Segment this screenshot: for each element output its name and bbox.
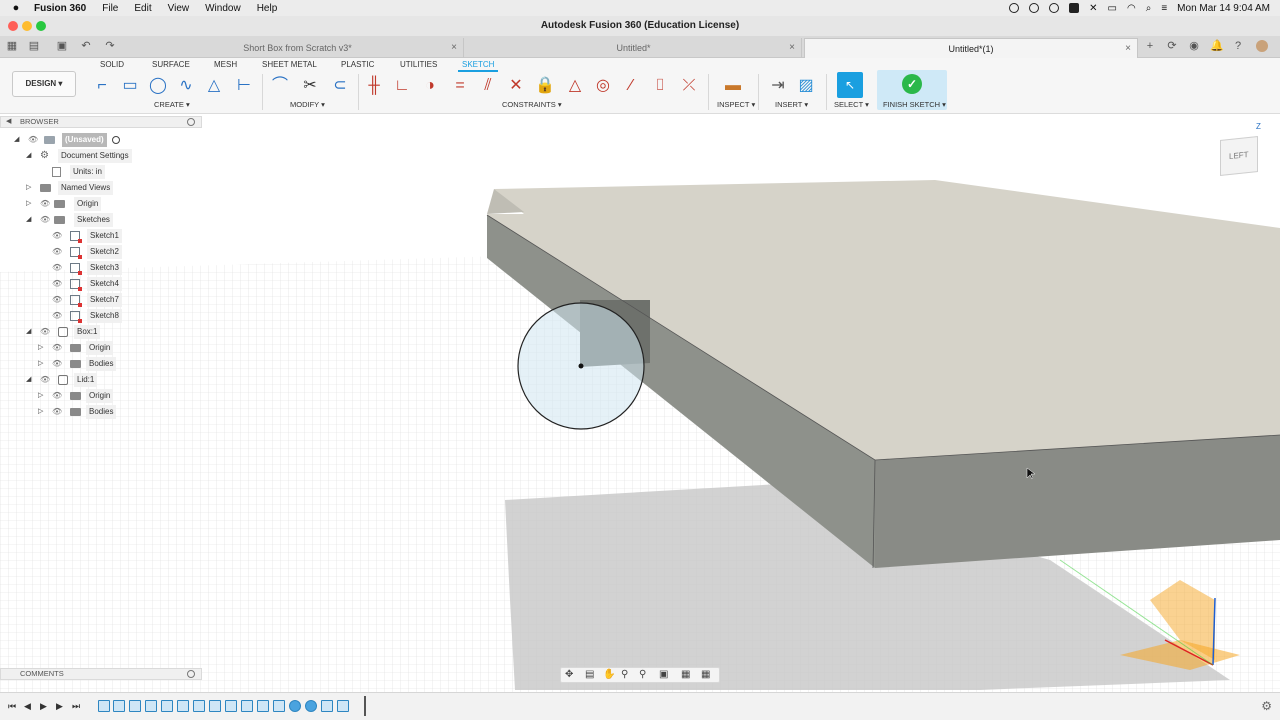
timeline-feature-extrude[interactable] <box>273 700 285 712</box>
zoom-icon[interactable]: ⚲ <box>621 669 628 680</box>
component-icon <box>58 327 68 337</box>
units-icon <box>52 167 61 177</box>
orbit-icon[interactable]: ✥ <box>565 669 573 680</box>
visibility-eye-icon[interactable]: 👁 <box>52 277 62 291</box>
sketch-icon <box>70 263 82 275</box>
sketch-icon <box>70 311 82 323</box>
sketch-icon <box>70 231 82 243</box>
visibility-eye-icon[interactable]: 👁 <box>52 405 62 419</box>
timeline-feature-extrude[interactable] <box>145 700 157 712</box>
viewport-canvas[interactable] <box>0 0 1280 720</box>
sketch-icon <box>70 279 82 291</box>
timeline-feature-sketch[interactable] <box>257 700 269 712</box>
expand-icon[interactable]: ▷ <box>26 197 31 211</box>
folder-icon <box>70 392 81 400</box>
fit-icon[interactable]: ⚲ <box>639 669 646 680</box>
visibility-eye-icon[interactable]: 👁 <box>40 373 50 387</box>
timeline-feature-sketch[interactable] <box>321 700 333 712</box>
folder-icon <box>54 200 65 208</box>
visibility-eye-icon[interactable]: 👁 <box>52 245 62 259</box>
gear-icon: ⚙ <box>40 150 49 161</box>
timeline-start-icon[interactable]: ⏮ <box>8 701 16 712</box>
expand-icon[interactable]: ▷ <box>38 341 43 355</box>
timeline-settings-gear-icon[interactable]: ⚙ <box>1261 699 1272 713</box>
timeline-feature-sketch[interactable] <box>193 700 205 712</box>
expand-icon[interactable]: ▷ <box>38 389 43 403</box>
visibility-eye-icon[interactable]: 👁 <box>52 357 62 371</box>
component-icon <box>58 375 68 385</box>
folder-icon <box>70 344 81 352</box>
timeline-play-icon[interactable]: ▶ <box>40 701 47 712</box>
visibility-eye-icon[interactable]: 👁 <box>52 341 62 355</box>
visibility-eye-icon[interactable]: 👁 <box>52 229 62 243</box>
view-cube-z-label: Z <box>1256 122 1261 131</box>
timeline-feature-sketch[interactable] <box>225 700 237 712</box>
folder-icon <box>40 184 51 192</box>
browser-root-label: (Unsaved) <box>62 133 107 147</box>
folder-icon <box>70 360 81 368</box>
timeline-feature-extrude[interactable] <box>177 700 189 712</box>
view-cube-face-label: LEFT <box>1229 149 1249 162</box>
sketch-icon <box>70 247 82 259</box>
document-icon <box>44 136 55 144</box>
expand-icon[interactable]: ▷ <box>38 357 43 371</box>
timeline-feature-sketch[interactable] <box>161 700 173 712</box>
navigation-toolbar: ✥ ▤ ✋ ⚲ ⚲ ▣ ▦ ▦ <box>560 667 720 683</box>
timeline-bar: ⏮ ◀ ▶ ▶ ⏭ ⚙ <box>0 692 1280 720</box>
visibility-eye-icon[interactable]: 👁 <box>28 133 38 147</box>
pan-icon[interactable]: ✋ <box>603 669 615 680</box>
timeline-feature-extrude[interactable] <box>113 700 125 712</box>
viewports-icon[interactable]: ▦ <box>701 669 710 680</box>
timeline-feature-component[interactable] <box>289 700 301 712</box>
view-cube[interactable]: LEFT <box>1220 136 1258 176</box>
visibility-eye-icon[interactable]: 👁 <box>52 389 62 403</box>
visibility-eye-icon[interactable]: 👁 <box>52 309 62 323</box>
look-at-icon[interactable]: ▤ <box>585 669 594 680</box>
timeline-feature-component[interactable] <box>305 700 317 712</box>
browser-pin-icon[interactable] <box>187 118 195 126</box>
folder-icon <box>70 408 81 416</box>
grid-settings-icon[interactable]: ▦ <box>681 669 690 680</box>
timeline-feature-sketch[interactable] <box>129 700 141 712</box>
browser-header[interactable]: ◀ BROWSER <box>0 116 202 128</box>
timeline-feature-extrude[interactable] <box>241 700 253 712</box>
timeline-forward-icon[interactable]: ▶ <box>56 701 63 712</box>
comments-pin-icon[interactable] <box>187 670 195 678</box>
visibility-eye-icon[interactable]: 👁 <box>40 325 50 339</box>
visibility-eye-icon[interactable]: 👁 <box>52 261 62 275</box>
sketch-icon <box>70 295 82 307</box>
circle-center-point[interactable] <box>578 363 584 369</box>
collapse-icon[interactable]: ◢ <box>14 133 19 147</box>
expand-icon[interactable]: ▷ <box>38 405 43 419</box>
activate-radio-icon[interactable] <box>112 136 120 144</box>
timeline-marker[interactable] <box>364 696 366 716</box>
comments-panel[interactable]: COMMENTS <box>0 668 202 680</box>
timeline-feature-sketch[interactable] <box>98 700 110 712</box>
timeline-end-icon[interactable]: ⏭ <box>72 701 80 712</box>
collapse-browser-icon[interactable]: ◀ <box>6 117 11 127</box>
collapse-icon[interactable]: ◢ <box>26 373 31 387</box>
display-settings-icon[interactable]: ▣ <box>659 669 668 680</box>
collapse-icon[interactable]: ◢ <box>26 149 31 163</box>
collapse-icon[interactable]: ◢ <box>26 213 31 227</box>
folder-icon <box>54 216 65 224</box>
expand-icon[interactable]: ▷ <box>26 181 31 195</box>
timeline-back-icon[interactable]: ◀ <box>24 701 31 712</box>
timeline-feature-extrude[interactable] <box>337 700 349 712</box>
collapse-icon[interactable]: ◢ <box>26 325 31 339</box>
visibility-eye-icon[interactable]: 👁 <box>52 293 62 307</box>
visibility-eye-icon[interactable]: 👁 <box>40 213 50 227</box>
visibility-eye-icon[interactable]: 👁 <box>40 197 50 211</box>
timeline-feature-extrude[interactable] <box>209 700 221 712</box>
